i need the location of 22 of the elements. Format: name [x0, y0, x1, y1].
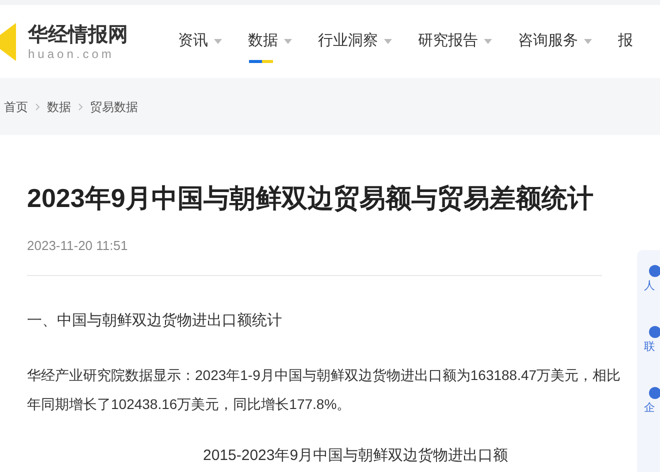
breadcrumb-link[interactable]: 数据 — [47, 98, 71, 116]
section-heading: 一、中国与朝鲜双边货物进出口额统计 — [27, 310, 283, 330]
breadcrumb-link[interactable]: 首页 — [4, 98, 28, 116]
logo-domain: huaon.com — [28, 46, 116, 60]
nav-item[interactable]: 数据 — [248, 20, 292, 62]
article-title: 2023年9月中国与朝鲜双边贸易额与贸易差额统计 — [27, 182, 594, 215]
breadcrumb-link[interactable]: 贸易数据 — [90, 98, 138, 116]
nav-item[interactable]: 资讯 — [178, 20, 222, 62]
side-panel-link[interactable]: 人 — [637, 264, 660, 293]
chevron-right-icon — [35, 102, 40, 110]
chart-caption: 2015-2023年9月中国与朝鲜双边货物进出口额 — [202, 446, 510, 466]
side-panel-link[interactable]: 企 — [637, 386, 660, 415]
side-panel-link[interactable]: 联 — [637, 325, 660, 354]
logo-name: 华经情报网 — [28, 22, 128, 46]
nav-item[interactable]: 咨询服务 — [518, 20, 592, 62]
publish-date: 2023-11-20 11:51 — [27, 237, 129, 255]
nav-item[interactable]: 行业洞察 — [318, 20, 392, 62]
nav-item[interactable]: 报 — [618, 20, 633, 62]
logo-icon — [0, 22, 16, 60]
article-paragraph: 华经产业研究院数据显示：2023年1-9月中国与朝鲜双边货物进出口额为163188.47万美元，相比 年同期增长了102438.16万美元，同比增长177.8%。 — [27, 366, 621, 414]
nav-item[interactable]: 研究报告 — [418, 20, 492, 62]
chevron-right-icon — [78, 102, 83, 110]
